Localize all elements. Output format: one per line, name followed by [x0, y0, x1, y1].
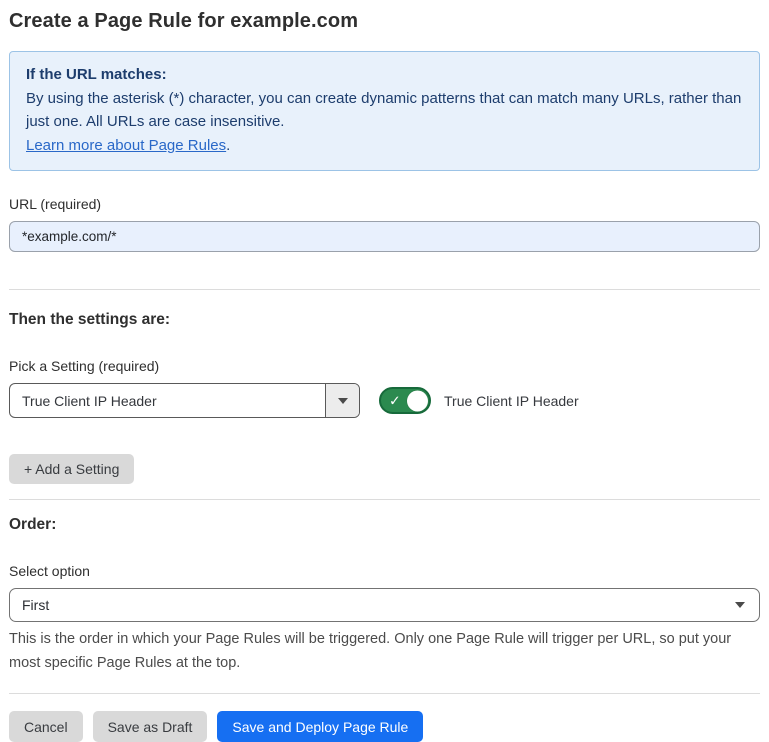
setting-row: True Client IP Header ✓ True Client IP H…: [9, 383, 760, 418]
pick-setting-label: Pick a Setting (required): [9, 358, 760, 374]
learn-more-link[interactable]: Learn more about Page Rules: [26, 137, 226, 154]
section-divider: [9, 499, 760, 500]
info-box-body: By using the asterisk (*) character, you…: [26, 87, 743, 134]
setting-select-value: True Client IP Header: [10, 384, 325, 417]
order-select[interactable]: First: [9, 588, 760, 622]
order-select-label: Select option: [9, 563, 760, 579]
section-divider: [9, 289, 760, 290]
footer-divider: [9, 693, 760, 694]
save-and-deploy-button[interactable]: Save and Deploy Page Rule: [217, 711, 423, 742]
cancel-button[interactable]: Cancel: [9, 711, 83, 742]
info-box-heading: If the URL matches:: [26, 63, 743, 87]
chevron-down-icon: [735, 602, 745, 608]
settings-section-heading: Then the settings are:: [9, 311, 760, 329]
page-title: Create a Page Rule for example.com: [9, 7, 760, 35]
check-icon: ✓: [389, 393, 401, 407]
toggle-knob: [407, 390, 428, 411]
order-help-text: This is the order in which your Page Rul…: [9, 628, 760, 675]
add-setting-button[interactable]: + Add a Setting: [9, 454, 134, 484]
link-suffix: .: [226, 137, 230, 154]
info-box-link-line: Learn more about Page Rules.: [26, 134, 743, 158]
url-field-label: URL (required): [9, 196, 760, 212]
order-select-value: First: [22, 597, 735, 613]
chevron-down-icon: [338, 398, 348, 404]
page-rule-form: Create a Page Rule for example.com If th…: [0, 0, 769, 742]
url-match-info-box: If the URL matches: By using the asteris…: [9, 51, 760, 171]
save-as-draft-button[interactable]: Save as Draft: [93, 711, 208, 742]
footer-actions: Cancel Save as Draft Save and Deploy Pag…: [9, 711, 760, 742]
toggle-wrap: ✓ True Client IP Header: [379, 387, 579, 414]
setting-select[interactable]: True Client IP Header: [9, 383, 360, 418]
true-client-ip-toggle[interactable]: ✓: [379, 387, 431, 414]
order-section-heading: Order:: [9, 516, 760, 534]
setting-select-arrow-segment[interactable]: [325, 384, 359, 417]
url-input[interactable]: [9, 221, 760, 252]
toggle-label: True Client IP Header: [444, 393, 579, 409]
